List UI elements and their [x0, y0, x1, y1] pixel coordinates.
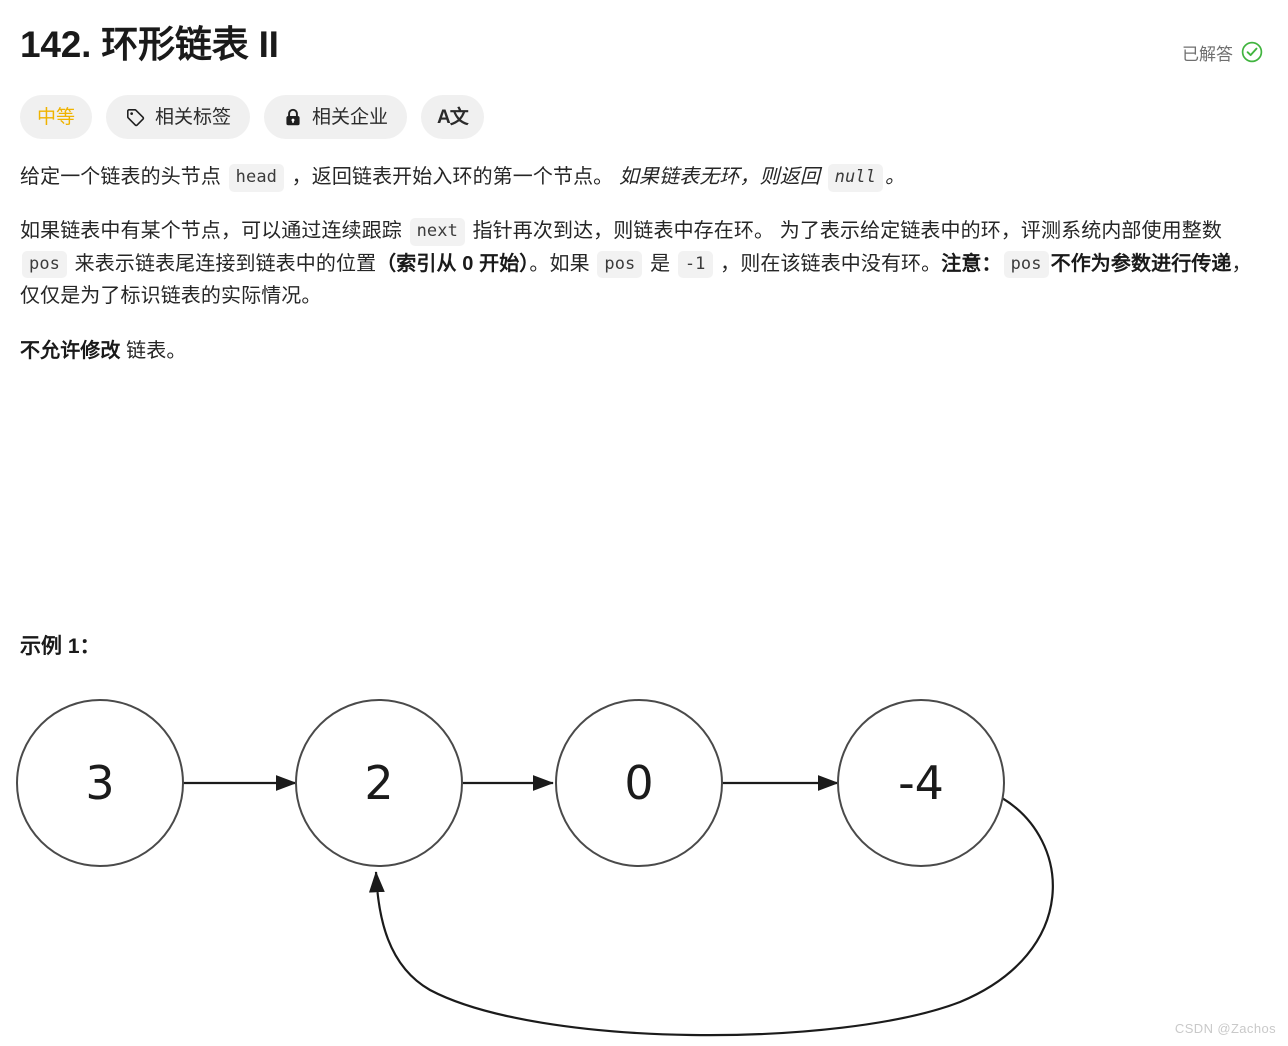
- problem-page: 142. 环形链表 II 已解答 中等 相关标签 相关企业 A文 给定一个链表的…: [0, 0, 1288, 1046]
- list-node-neg4: -4: [837, 699, 1005, 867]
- status-label: 已解答: [1182, 45, 1233, 64]
- lock-icon: [283, 107, 303, 128]
- description-paragraph-3: 不允许修改 链表。: [20, 335, 1268, 367]
- code-token-pos-1: pos: [22, 250, 68, 279]
- p1-text-1: 给定一个链表的头节点: [20, 166, 227, 188]
- problem-description: 给定一个链表的头节点 head ，返回链表开始入环的第一个节点。 如果链表无环，…: [20, 161, 1268, 367]
- tag-icon: [125, 107, 146, 128]
- node-value: 0: [624, 756, 653, 810]
- problem-header: 142. 环形链表 II 已解答: [20, 18, 1268, 69]
- watermark: CSDN @Zachos: [1174, 1021, 1276, 1036]
- code-token-pos-2: pos: [597, 250, 643, 279]
- p2-bold-not-param: 不作为参数进行传递: [1050, 252, 1232, 275]
- check-circle-icon: [1240, 40, 1264, 69]
- list-node-2: 2: [295, 699, 463, 867]
- p2-bold-index: （索引从 0 开始）: [376, 252, 530, 275]
- code-token-next: next: [409, 218, 465, 247]
- difficulty-pill[interactable]: 中等: [20, 95, 93, 139]
- p2-text-5: 是: [644, 252, 676, 275]
- translate-button[interactable]: A文: [421, 95, 484, 139]
- meta-pill-row: 中等 相关标签 相关企业 A文: [20, 95, 1268, 139]
- node-value: 3: [85, 756, 114, 810]
- p2-text-6: ，则在该链表中没有环。: [714, 252, 942, 275]
- p2-text-3: 来表示链表尾连接到链表中的位置: [69, 252, 377, 275]
- code-token-null: null: [827, 164, 883, 192]
- code-token-pos-3: pos: [1003, 250, 1049, 279]
- p2-text-1: 如果链表中有某个节点，可以通过连续跟踪: [20, 220, 408, 243]
- difficulty-label: 中等: [37, 106, 76, 128]
- related-companies-button[interactable]: 相关企业: [264, 95, 408, 139]
- related-tags-label: 相关标签: [155, 106, 232, 128]
- description-paragraph-2: 如果链表中有某个节点，可以通过连续跟踪 next 指针再次到达，则链表中存在环。…: [20, 215, 1268, 312]
- code-token-minus-one: -1: [677, 250, 713, 279]
- status-badge: 已解答: [1182, 18, 1268, 69]
- related-companies-label: 相关企业: [312, 106, 389, 128]
- translate-icon: A文: [437, 106, 469, 128]
- example-heading: 示例 1：: [20, 635, 101, 658]
- list-node-0: 0: [555, 699, 723, 867]
- description-paragraph-1: 给定一个链表的头节点 head ，返回链表开始入环的第一个节点。 如果链表无环，…: [20, 161, 1268, 193]
- node-value: 2: [364, 756, 393, 810]
- p1-text-2: ，返回链表开始入环的第一个节点。: [286, 166, 619, 188]
- list-node-3: 3: [16, 699, 184, 867]
- page-title: 142. 环形链表 II: [20, 24, 279, 65]
- node-value: -4: [898, 756, 944, 810]
- code-token-head: head: [228, 164, 285, 192]
- p3-bold-no-modify: 不允许修改: [20, 339, 121, 362]
- related-tags-button[interactable]: 相关标签: [106, 95, 251, 139]
- linked-list-diagram: 3 2 0 -4: [0, 690, 1140, 1046]
- p2-text-2: 指针再次到达，则链表中存在环。 为了表示给定链表中的环，评测系统内部使用整数: [466, 220, 1222, 243]
- p3-text-1: 链表。: [120, 339, 187, 362]
- p1-italic-2: 。: [884, 166, 906, 188]
- p2-bold-note: 注意：: [941, 252, 1002, 275]
- p1-italic-1: 如果链表无环，则返回: [618, 166, 826, 188]
- p2-text-4: 。如果: [529, 252, 596, 275]
